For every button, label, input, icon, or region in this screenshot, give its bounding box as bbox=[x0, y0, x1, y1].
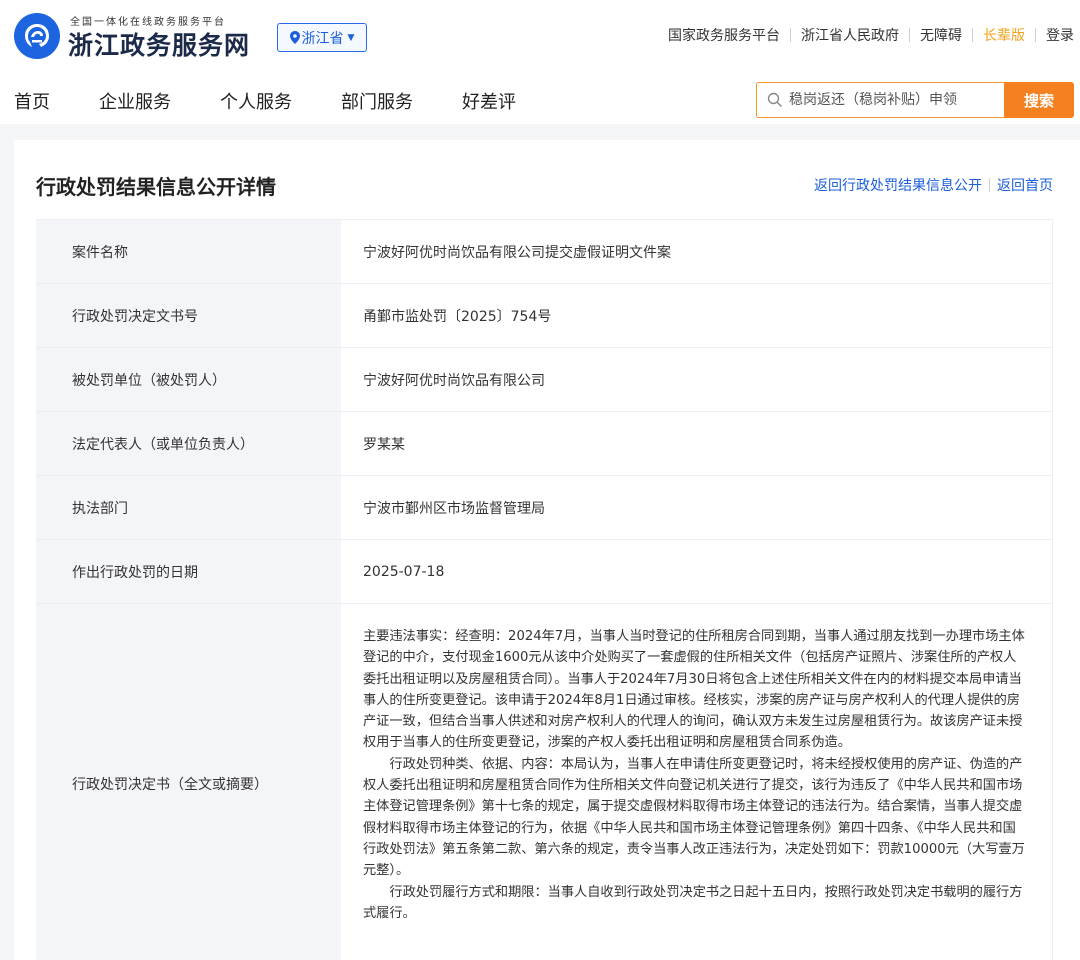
location-pin-icon bbox=[289, 31, 300, 44]
search-input[interactable] bbox=[789, 92, 999, 108]
row-value: 宁波好阿优时尚饮品有限公司 bbox=[341, 348, 1053, 411]
decision-paragraph-facts: 主要违法事实：经查明：2024年7月，当事人当时登记的住所租房合同到期，当事人通… bbox=[363, 629, 1025, 751]
table-row: 被处罚单位（被处罚人） 宁波好阿优时尚饮品有限公司 bbox=[36, 348, 1053, 412]
top-links: 国家政务服务平台 浙江省人民政府 无障碍 长辈版 登录 bbox=[668, 25, 1074, 45]
nav-department-services[interactable]: 部门服务 bbox=[341, 88, 413, 114]
main-nav: 首页 企业服务 个人服务 部门服务 好差评 bbox=[14, 88, 565, 114]
caret-down-icon: ▼ bbox=[347, 32, 355, 43]
row-value: 宁波好阿优时尚饮品有限公司提交虚假证明文件案 bbox=[341, 220, 1053, 283]
region-selector[interactable]: 浙江省 ▼ bbox=[277, 23, 367, 52]
table-row: 执法部门 宁波市鄞州区市场监督管理局 bbox=[36, 476, 1053, 540]
decision-paragraph-fulfillment: 行政处罚履行方式和期限：当事人自收到行政处罚决定书之日起十五日内，按照行政处罚决… bbox=[363, 884, 1023, 921]
table-row: 行政处罚决定书（全文或摘要） 主要违法事实：经查明：2024年7月，当事人当时登… bbox=[36, 604, 1053, 960]
link-accessibility[interactable]: 无障碍 bbox=[920, 25, 962, 45]
table-row: 法定代表人（或单位负责人） 罗某某 bbox=[36, 412, 1053, 476]
site-header: 全国一体化在线政务服务平台 浙江政务服务网 浙江省 ▼ 国家政务服务平台 浙江省… bbox=[0, 0, 1080, 124]
back-home-link[interactable]: 返回首页 bbox=[997, 175, 1053, 195]
row-label: 行政处罚决定书（全文或摘要） bbox=[36, 604, 341, 960]
logo-title[interactable]: 浙江政务服务网 bbox=[68, 26, 250, 62]
card-links: 返回行政处罚结果信息公开 返回首页 bbox=[814, 175, 1053, 195]
divider bbox=[909, 28, 910, 42]
search-button[interactable]: 搜索 bbox=[1004, 82, 1074, 118]
detail-card: 行政处罚结果信息公开详情 返回行政处罚结果信息公开 返回首页 案件名称 宁波好阿… bbox=[14, 140, 1080, 960]
link-elder-mode[interactable]: 长辈版 bbox=[983, 25, 1025, 45]
table-row: 案件名称 宁波好阿优时尚饮品有限公司提交虚假证明文件案 bbox=[36, 220, 1053, 284]
row-value: 宁波市鄞州区市场监督管理局 bbox=[341, 476, 1053, 539]
search-icon bbox=[767, 92, 782, 107]
link-login[interactable]: 登录 bbox=[1046, 25, 1074, 45]
search-box bbox=[756, 82, 1004, 118]
row-value: 罗某某 bbox=[341, 412, 1053, 475]
table-row: 作出行政处罚的日期 2025-07-18 bbox=[36, 540, 1053, 604]
row-label: 行政处罚决定文书号 bbox=[36, 284, 341, 347]
row-label: 被处罚单位（被处罚人） bbox=[36, 348, 341, 411]
row-label: 案件名称 bbox=[36, 220, 341, 283]
site-logo-icon[interactable] bbox=[14, 13, 60, 59]
row-label: 法定代表人（或单位负责人） bbox=[36, 412, 341, 475]
region-label: 浙江省 bbox=[301, 30, 344, 47]
table-row: 行政处罚决定文书号 甬鄞市监处罚〔2025〕754号 bbox=[36, 284, 1053, 348]
row-label: 执法部门 bbox=[36, 476, 341, 539]
divider bbox=[790, 28, 791, 42]
decision-paragraph-penalty: 行政处罚种类、依据、内容：本局认为，当事人在申请住所变更登记时，将未经授权使用的… bbox=[363, 756, 1025, 879]
nav-personal-services[interactable]: 个人服务 bbox=[220, 88, 292, 114]
nav-evaluation[interactable]: 好差评 bbox=[462, 88, 516, 114]
back-to-list-link[interactable]: 返回行政处罚结果信息公开 bbox=[814, 175, 982, 195]
nav-enterprise-services[interactable]: 企业服务 bbox=[99, 88, 171, 114]
decision-text: 主要违法事实：经查明：2024年7月，当事人当时登记的住所租房合同到期，当事人通… bbox=[341, 604, 1053, 960]
row-value: 甬鄞市监处罚〔2025〕754号 bbox=[341, 284, 1053, 347]
divider bbox=[1035, 28, 1036, 42]
page-title: 行政处罚结果信息公开详情 bbox=[36, 175, 276, 199]
link-provincial-government[interactable]: 浙江省人民政府 bbox=[801, 25, 899, 45]
detail-table: 案件名称 宁波好阿优时尚饮品有限公司提交虚假证明文件案 行政处罚决定文书号 甬鄞… bbox=[36, 219, 1053, 960]
divider bbox=[989, 178, 990, 192]
row-value: 2025-07-18 bbox=[341, 540, 1053, 603]
nav-home[interactable]: 首页 bbox=[14, 88, 50, 114]
row-label: 作出行政处罚的日期 bbox=[36, 540, 341, 603]
divider bbox=[972, 28, 973, 42]
link-national-platform[interactable]: 国家政务服务平台 bbox=[668, 25, 780, 45]
